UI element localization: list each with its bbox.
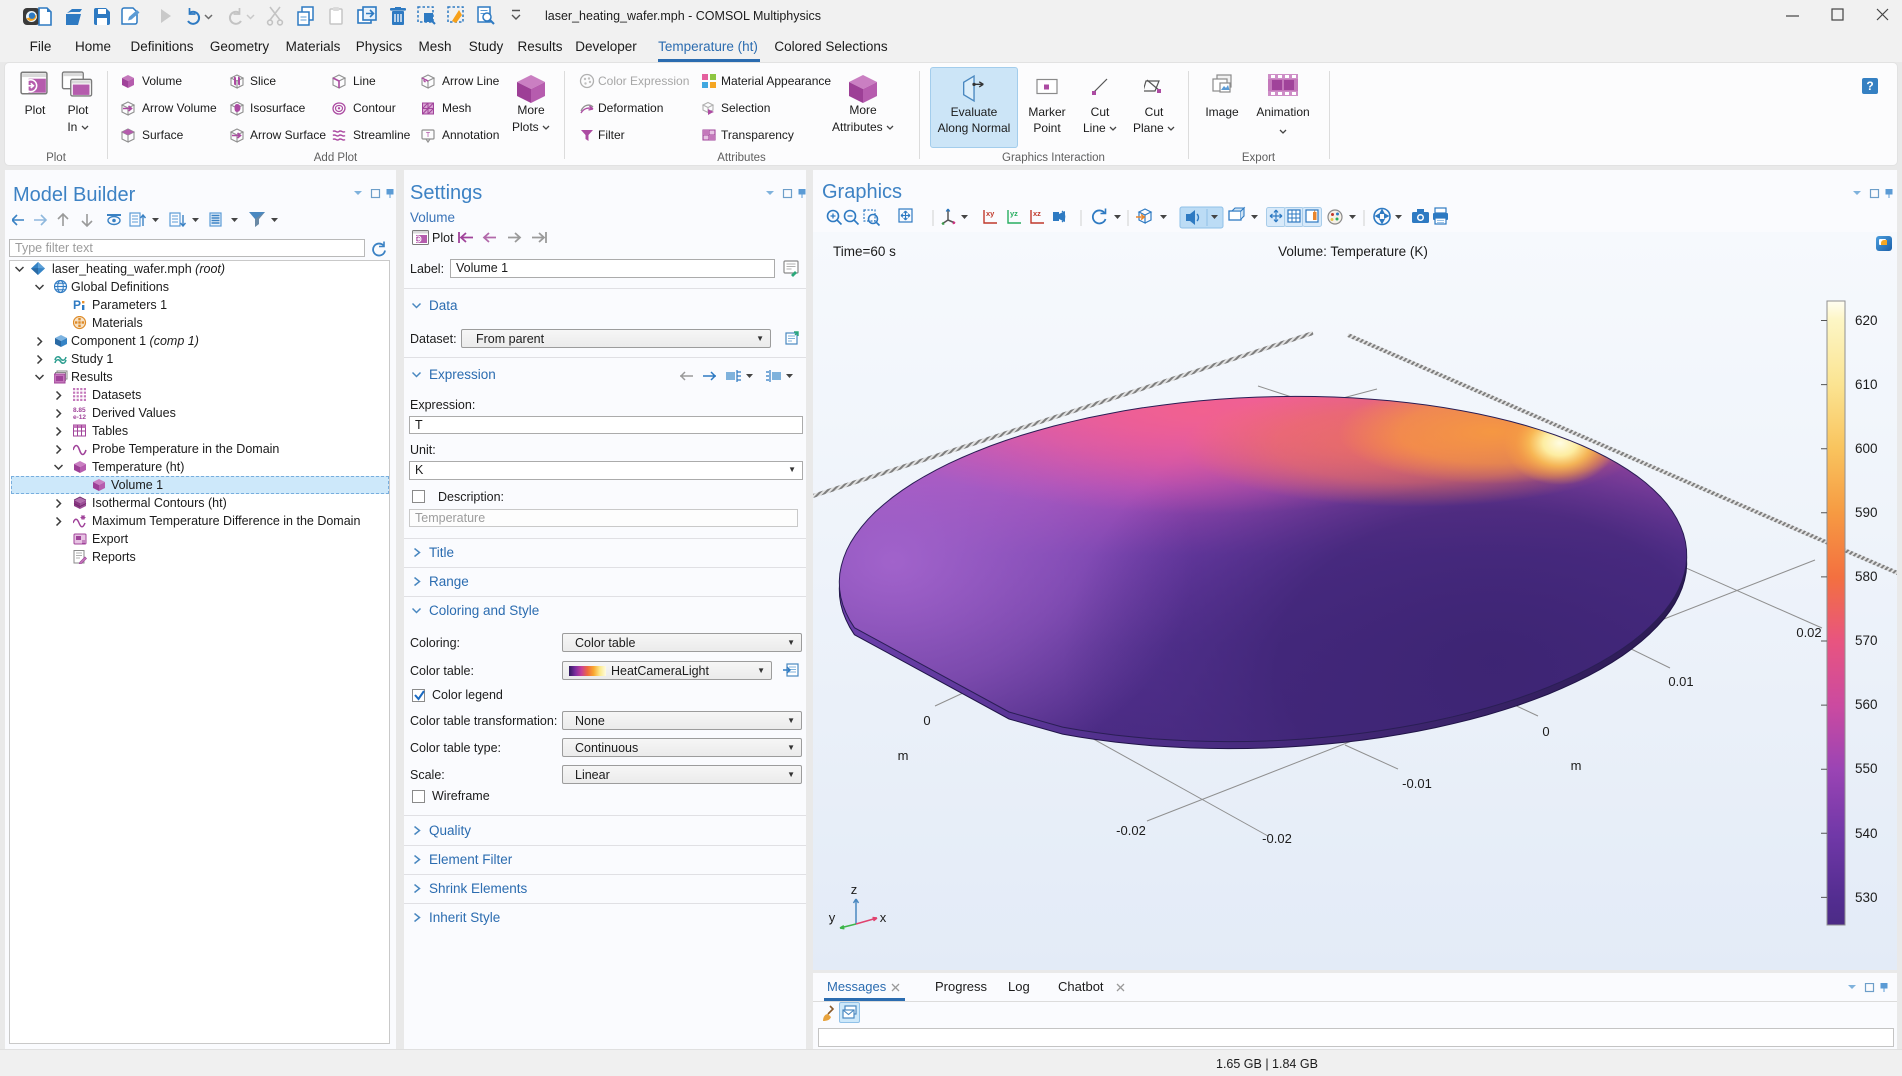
svg-text:620: 620: [1855, 313, 1878, 328]
svg-text:570: 570: [1855, 633, 1878, 648]
svg-text:xz: xz: [1033, 209, 1041, 218]
svg-text:0.01: 0.01: [1668, 674, 1693, 689]
svg-text:xy: xy: [986, 209, 995, 218]
svg-text:0: 0: [1542, 724, 1549, 739]
svg-text:550: 550: [1855, 761, 1878, 776]
svg-text:0: 0: [923, 713, 930, 728]
svg-text:560: 560: [1855, 697, 1878, 712]
svg-text:-0.02: -0.02: [1262, 831, 1292, 846]
svg-text:x: x: [880, 910, 887, 925]
svg-text:600: 600: [1855, 441, 1878, 456]
svg-text:-0.01: -0.01: [1402, 776, 1432, 791]
svg-text:530: 530: [1855, 890, 1878, 905]
svg-text:z: z: [851, 882, 858, 897]
svg-text:610: 610: [1855, 377, 1878, 392]
svg-text:m: m: [898, 748, 909, 763]
svg-text:y: y: [829, 910, 836, 925]
svg-text:590: 590: [1855, 505, 1878, 520]
svg-text:580: 580: [1855, 569, 1878, 584]
svg-text:-0.02: -0.02: [1116, 823, 1146, 838]
svg-text:0.02: 0.02: [1796, 625, 1821, 640]
svg-text:yz: yz: [1010, 209, 1018, 218]
svg-text:540: 540: [1855, 826, 1878, 841]
svg-text:m: m: [1571, 758, 1582, 773]
